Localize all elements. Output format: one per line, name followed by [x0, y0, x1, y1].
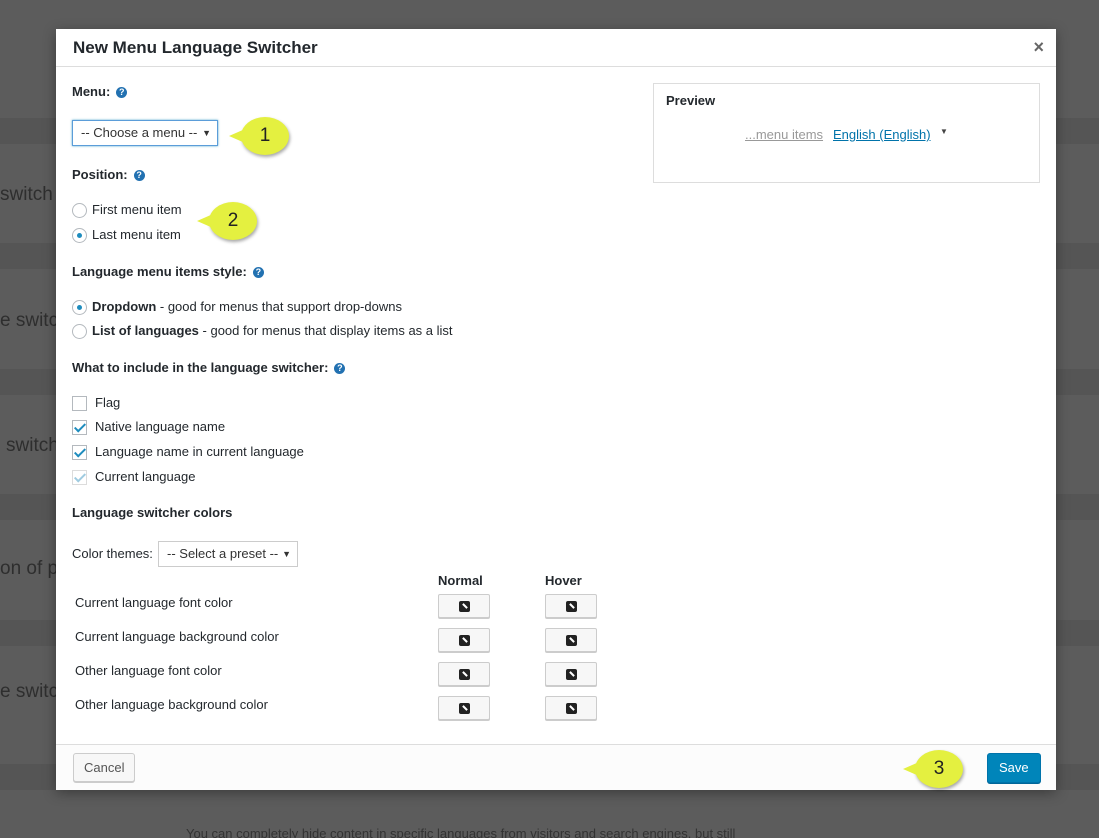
help-icon[interactable]: ?	[252, 267, 264, 278]
callout-badge: 1	[229, 117, 289, 155]
color-picker-button[interactable]	[438, 662, 490, 686]
color-row-label: Other language background color	[75, 697, 268, 712]
preview-panel: Preview ...menu items English (English) …	[653, 83, 1040, 183]
language-switcher-dialog: New Menu Language Switcher × Menu:? -- C…	[56, 29, 1056, 790]
color-theme-value: -- Select a preset --	[167, 546, 279, 561]
menu-select-value: -- Choose a menu --	[81, 125, 198, 140]
style-option-desc: - good for menus that display items as a…	[198, 323, 453, 338]
include-option-label: Native language name	[95, 419, 226, 434]
close-icon[interactable]: ×	[1033, 37, 1044, 57]
color-picker-button[interactable]	[545, 628, 597, 652]
save-button[interactable]: Save	[987, 753, 1041, 783]
color-theme-select[interactable]: -- Select a preset -- ▼	[158, 541, 298, 567]
dialog-title: New Menu Language Switcher	[73, 38, 318, 57]
menu-select[interactable]: -- Choose a menu -- ▼	[72, 120, 218, 146]
style-option-title: List of languages	[92, 323, 199, 338]
cancel-button[interactable]: Cancel	[73, 753, 136, 782]
color-picker-icon	[459, 669, 470, 680]
color-picker-icon	[566, 601, 577, 612]
callout-badge: 2	[197, 202, 257, 240]
color-picker-icon	[459, 703, 470, 714]
color-row-label: Other language font color	[75, 663, 222, 678]
chevron-down-icon: ▼	[282, 549, 291, 559]
checkbox[interactable]	[72, 445, 87, 461]
help-icon[interactable]: ?	[334, 363, 346, 374]
position-option-first[interactable]: First menu item	[72, 202, 182, 219]
include-option-label: Flag	[95, 395, 121, 410]
preview-language-link[interactable]: English (English)	[833, 127, 931, 142]
color-picker-button[interactable]	[438, 696, 490, 720]
style-option-desc: - good for menus that support drop-downs	[156, 299, 402, 314]
include-option-translated[interactable]: Language name in current language	[72, 444, 304, 461]
radio-button[interactable]	[72, 228, 87, 244]
style-option-title: Dropdown	[92, 299, 157, 314]
include-option-flag[interactable]: Flag	[72, 395, 121, 412]
bg-text-fragment: on of p	[0, 558, 59, 579]
bg-text-fragment: switch	[6, 435, 59, 456]
checkbox[interactable]	[72, 396, 87, 412]
radio-button[interactable]	[72, 300, 87, 316]
color-picker-icon	[566, 669, 577, 680]
help-icon[interactable]: ?	[133, 170, 145, 181]
menu-label-row: Menu:?	[72, 84, 128, 99]
color-picker-button[interactable]	[545, 696, 597, 720]
include-label: What to include in the language switcher…	[72, 360, 329, 375]
bg-bottom-text: You can completely hide content in speci…	[186, 826, 736, 838]
color-picker-icon	[566, 703, 577, 714]
preview-menu-items-link[interactable]: ...menu items	[745, 127, 823, 142]
color-picker-button[interactable]	[438, 628, 490, 652]
position-option-label: Last menu item	[92, 227, 181, 242]
include-option-native[interactable]: Native language name	[72, 419, 226, 436]
chevron-down-icon: ▼	[202, 128, 211, 138]
color-picker-button[interactable]	[545, 662, 597, 686]
menu-label: Menu:	[72, 84, 111, 99]
position-label-row: Position:?	[72, 167, 145, 182]
bg-text-fragment: e switc	[0, 310, 59, 331]
help-icon[interactable]: ?	[116, 87, 128, 98]
color-picker-icon	[566, 635, 577, 646]
style-option-dropdown[interactable]: Dropdown - good for menus that support d…	[72, 299, 402, 316]
dialog-header: New Menu Language Switcher ×	[56, 29, 1056, 67]
color-row-label: Current language font color	[75, 595, 233, 610]
radio-button[interactable]	[72, 203, 87, 219]
style-label-row: Language menu items style:?	[72, 264, 264, 279]
checkbox	[72, 470, 87, 486]
color-picker-button[interactable]	[438, 594, 490, 618]
color-picker-icon	[459, 601, 470, 612]
radio-button[interactable]	[72, 324, 87, 340]
column-hover: Hover	[545, 573, 582, 588]
style-option-list[interactable]: List of languages - good for menus that …	[72, 323, 453, 340]
include-option-current: Current language	[72, 469, 196, 486]
checkbox[interactable]	[72, 420, 87, 436]
include-option-label: Language name in current language	[95, 444, 304, 459]
color-themes-label: Color themes:	[72, 546, 153, 561]
colors-label: Language switcher colors	[72, 505, 233, 520]
include-label-row: What to include in the language switcher…	[72, 360, 346, 375]
color-picker-icon	[459, 635, 470, 646]
bg-text-fragment: switch	[0, 184, 53, 205]
style-label: Language menu items style:	[72, 264, 247, 279]
position-label: Position:	[72, 167, 128, 182]
bg-text-fragment: e switc	[0, 681, 59, 702]
position-option-label: First menu item	[92, 202, 182, 217]
include-option-label: Current language	[95, 469, 196, 484]
callout-badge: 3	[903, 750, 963, 788]
position-option-last[interactable]: Last menu item	[72, 227, 181, 244]
column-normal: Normal	[438, 573, 483, 588]
caret-down-icon: ▼	[940, 127, 948, 136]
color-picker-button[interactable]	[545, 594, 597, 618]
color-row-label: Current language background color	[75, 629, 279, 644]
preview-title: Preview	[666, 93, 716, 108]
